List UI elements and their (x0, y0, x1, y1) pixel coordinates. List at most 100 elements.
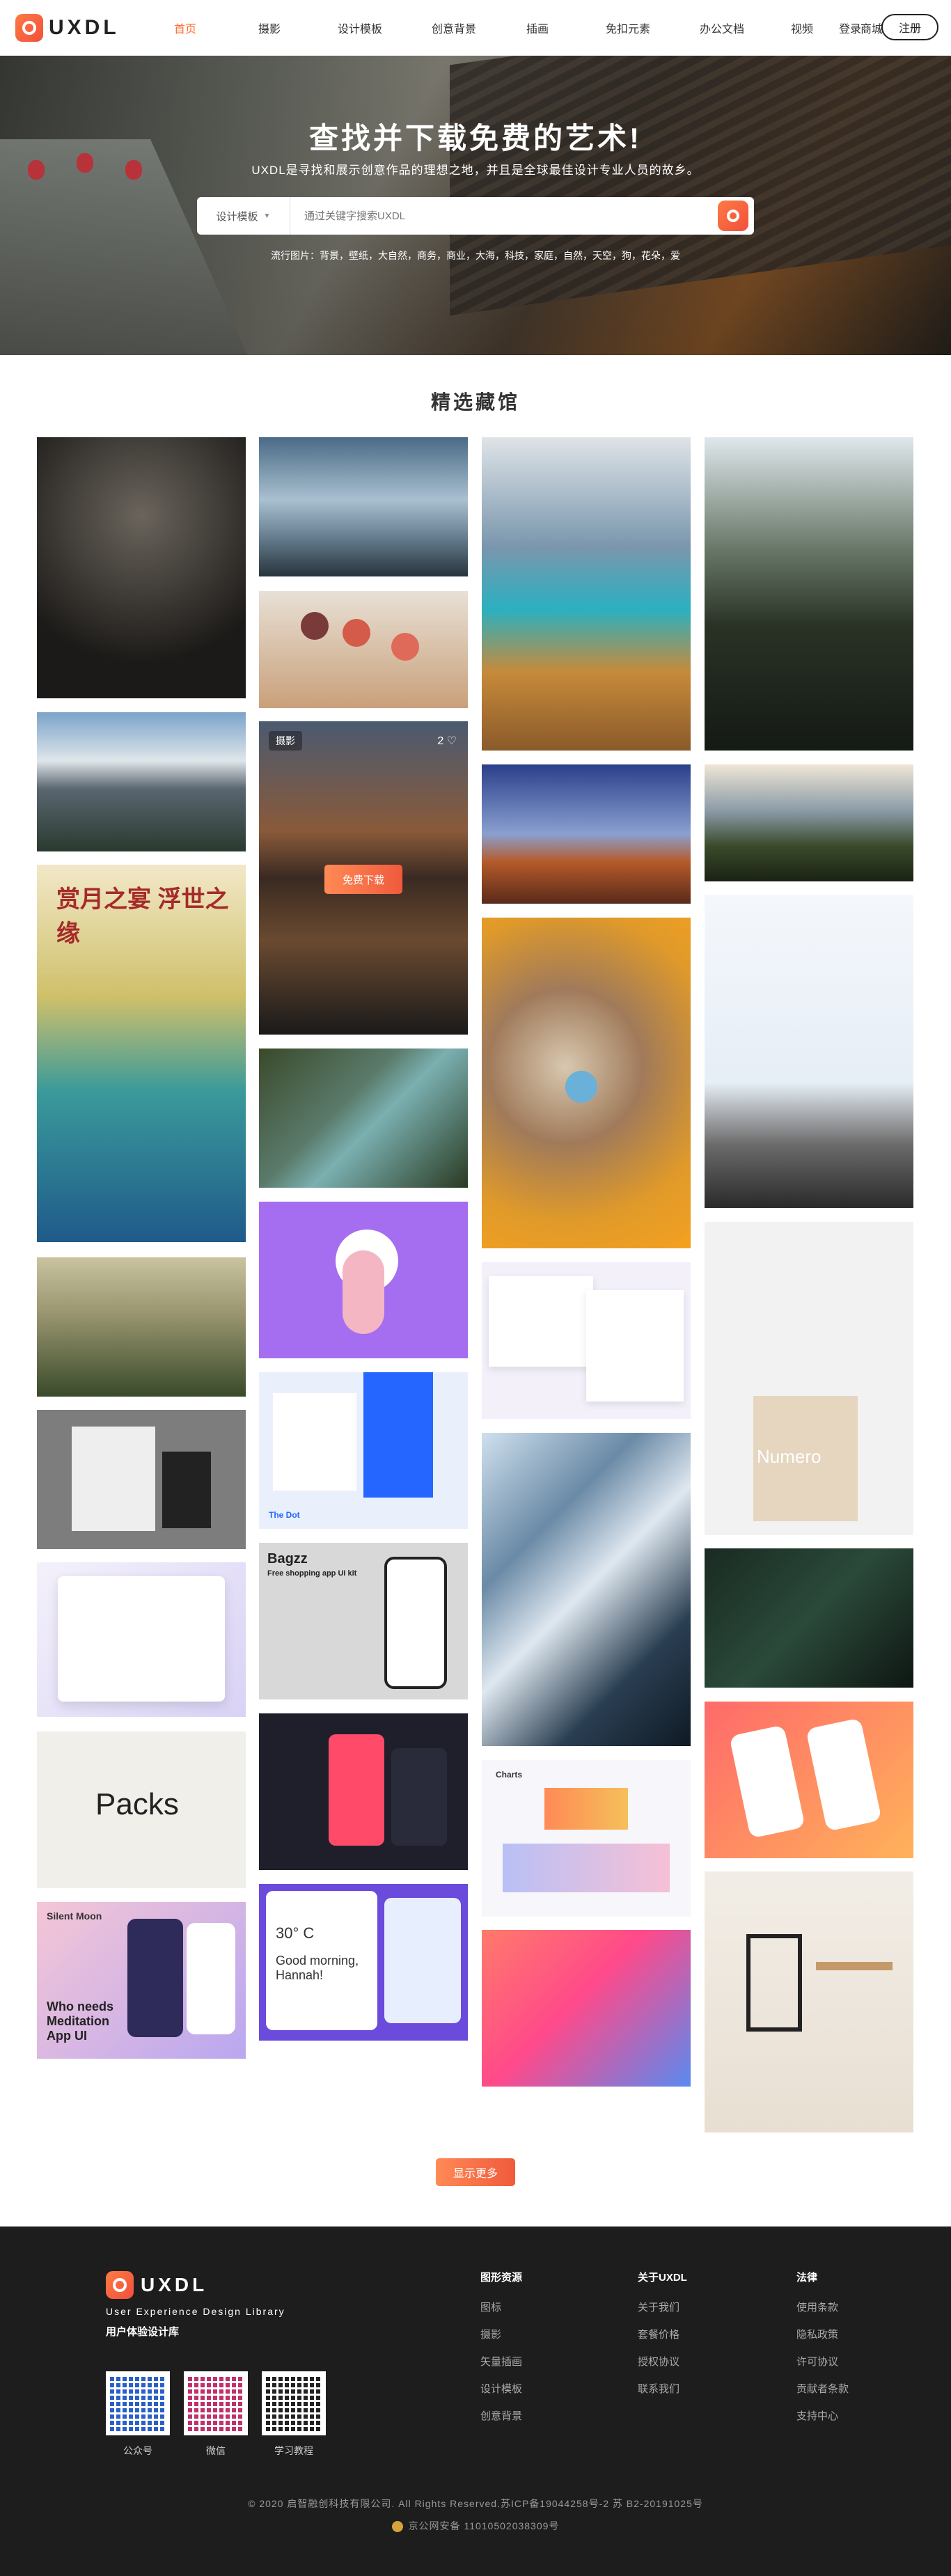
nav-item-backgrounds[interactable]: 创意背景 (412, 19, 496, 36)
search-button[interactable] (718, 201, 748, 231)
gallery-item-phones[interactable] (705, 1548, 913, 1688)
gallery-item-flour[interactable] (37, 437, 246, 698)
gallery-item-stationery[interactable] (37, 1410, 246, 1549)
weather-temp: 30° C (276, 1924, 315, 1942)
chevron-down-icon: ▼ (263, 212, 271, 220)
app-screen (363, 1372, 433, 1498)
gallery-item-web-ui[interactable] (37, 1562, 246, 1717)
gallery-item-sailboat[interactable] (259, 437, 468, 576)
gallery-item-ice[interactable] (482, 1433, 691, 1746)
icp-text: 京公网安备 11010502038309号 (408, 2520, 560, 2531)
gallery-item-dark-app[interactable] (259, 1713, 468, 1870)
hero-subtitle: UXDL是寻找和展示创意作品的理想之地，并且是全球最佳设计专业人员的故乡。 (251, 164, 700, 177)
footer-link[interactable]: 隐私政策 (796, 2327, 849, 2341)
qr-code-wechat (184, 2371, 248, 2435)
footer-link[interactable]: 图标 (480, 2300, 522, 2314)
search-icon (727, 210, 739, 222)
gallery-item-interior[interactable] (705, 1871, 913, 2133)
nav-item-illustration[interactable]: 插画 (496, 19, 579, 36)
search-category-select[interactable]: 设计模板 ▼ (197, 197, 290, 235)
shelf (816, 1962, 893, 1970)
footer-link[interactable]: 摄影 (480, 2327, 522, 2341)
logo[interactable]: UXDL (15, 14, 120, 42)
gallery-item-flatlay[interactable]: Numero (705, 1222, 913, 1535)
gallery-item-temple[interactable] (705, 437, 913, 751)
phone-mock (384, 1557, 447, 1689)
gallery-item-charts[interactable]: Charts (482, 1760, 691, 1917)
gallery-item-river[interactable] (259, 1049, 468, 1188)
fig (301, 612, 329, 640)
footer-slogan: User Experience Design Library (106, 2306, 285, 2317)
gallery-item-amsterdam[interactable]: 摄影 2 ♡ 免费下载 (259, 721, 468, 1035)
gallery-item-meditation[interactable]: Silent Moon Who needs Meditation App UI (37, 1902, 246, 2059)
register-button[interactable]: 注册 (881, 14, 938, 40)
app-screen (273, 1393, 356, 1491)
nav-item-templates[interactable]: 设计模板 (308, 19, 412, 36)
logo-text: UXDL (49, 16, 120, 39)
show-more-button[interactable]: 显示更多 (436, 2158, 515, 2186)
nav-item-home[interactable]: 首页 (139, 19, 231, 36)
illustration-figure (343, 1250, 384, 1334)
footer-column-about: 关于UXDL 关于我们 套餐价格 授权协议 联系我们 (638, 2270, 687, 2408)
footer-column-title: 关于UXDL (638, 2272, 687, 2284)
gallery-item-figs[interactable] (259, 591, 468, 708)
gallery-item-the-dot[interactable]: The Dot (259, 1372, 468, 1529)
footer-link[interactable]: 使用条款 (796, 2300, 849, 2314)
qr-label-tutorial: 学习教程 (274, 2445, 313, 2456)
gallery-item-ios-icons[interactable] (482, 1930, 691, 2087)
popular-tags[interactable]: 流行图片：背景，壁纸，大自然，商务，商业，大海，科技，家庭，自然，天空，狗，花朵… (0, 249, 951, 262)
gallery-item-illustration-orange[interactable] (705, 1702, 913, 1858)
nav-item-video[interactable]: 视频 (767, 19, 837, 36)
gallery-item-coast[interactable] (705, 764, 913, 881)
footer-logo[interactable]: UXDL (106, 2271, 207, 2299)
hero-banner: 查找并下载免费的艺术! UXDL是寻找和展示创意作品的理想之地，并且是全球最佳设… (0, 56, 951, 355)
gallery-item-weather[interactable]: 30° C Good morning, Hannah! (259, 1884, 468, 2041)
footer-link[interactable]: 贡献者条款 (796, 2381, 849, 2396)
footer-link[interactable]: 套餐价格 (638, 2327, 687, 2341)
footer-column-title: 法律 (796, 2272, 818, 2284)
footer-link[interactable]: 关于我们 (638, 2300, 687, 2314)
footer-column-title: 图形资源 (480, 2272, 523, 2284)
meditation-title: Who needs Meditation App UI (47, 2000, 114, 2043)
footer-link[interactable]: 联系我们 (638, 2381, 687, 2396)
gallery-item-mountains[interactable] (37, 712, 246, 851)
footer-link[interactable]: 矢量插画 (480, 2354, 522, 2369)
main-menu: 首页 摄影 设计模板 创意背景 插画 免扣元素 办公文档 视频 商城 (139, 0, 906, 56)
weather-greeting: Good morning, Hannah! (276, 1954, 359, 1982)
police-badge-icon (391, 2521, 403, 2533)
numero-label: Numero (757, 1446, 822, 1467)
packs-label: Packs (95, 1787, 179, 1821)
gallery-item-dashboard[interactable] (482, 1262, 691, 1419)
login-link[interactable]: 登录 (839, 19, 861, 36)
bagzz-subtitle: Free shopping app UI kit (267, 1569, 357, 1578)
gallery-item-cat[interactable] (482, 918, 691, 1248)
footer-link[interactable]: 授权协议 (638, 2354, 687, 2369)
search-input[interactable] (290, 198, 718, 233)
gallery-item-bagzz[interactable]: Bagzz Free shopping app UI kit (259, 1543, 468, 1699)
gallery-item-poster[interactable]: 赏月之宴 浮世之缘 (37, 865, 246, 1242)
footer-link[interactable]: 设计模板 (480, 2381, 522, 2396)
gallery-item-illustration-purple[interactable] (259, 1202, 468, 1358)
top-nav: UXDL 首页 摄影 设计模板 创意背景 插画 免扣元素 办公文档 视频 商城 … (0, 0, 951, 56)
chart-bars (544, 1788, 628, 1830)
gallery-item-pavilion[interactable] (37, 1257, 246, 1397)
gallery-item-lake[interactable] (482, 437, 691, 751)
nav-item-photography[interactable]: 摄影 (231, 19, 308, 36)
like-count[interactable]: 2 ♡ (437, 734, 457, 748)
gallery-item-packs[interactable]: Packs (37, 1731, 246, 1888)
hero-title: 查找并下载免费的艺术! (309, 122, 642, 155)
footer-slogan-cn: 用户体验设计库 (106, 2326, 180, 2338)
free-download-button[interactable]: 免费下载 (324, 865, 402, 894)
nav-item-elements[interactable]: 免扣元素 (579, 19, 677, 36)
footer-link[interactable]: 创意背景 (480, 2408, 522, 2423)
web-ui-mock (58, 1576, 225, 1702)
phone-mock (187, 1923, 235, 2034)
dashboard-card (489, 1276, 593, 1367)
footer-link[interactable]: 支持中心 (796, 2408, 849, 2423)
gallery-item-couple[interactable] (705, 895, 913, 1208)
nav-item-documents[interactable]: 办公文档 (677, 19, 767, 36)
gallery-item-lighthouse[interactable] (482, 764, 691, 904)
search-category-label: 设计模板 (216, 210, 258, 223)
footer-link[interactable]: 许可协议 (796, 2354, 849, 2369)
footer-logo-text: UXDL (141, 2274, 208, 2295)
